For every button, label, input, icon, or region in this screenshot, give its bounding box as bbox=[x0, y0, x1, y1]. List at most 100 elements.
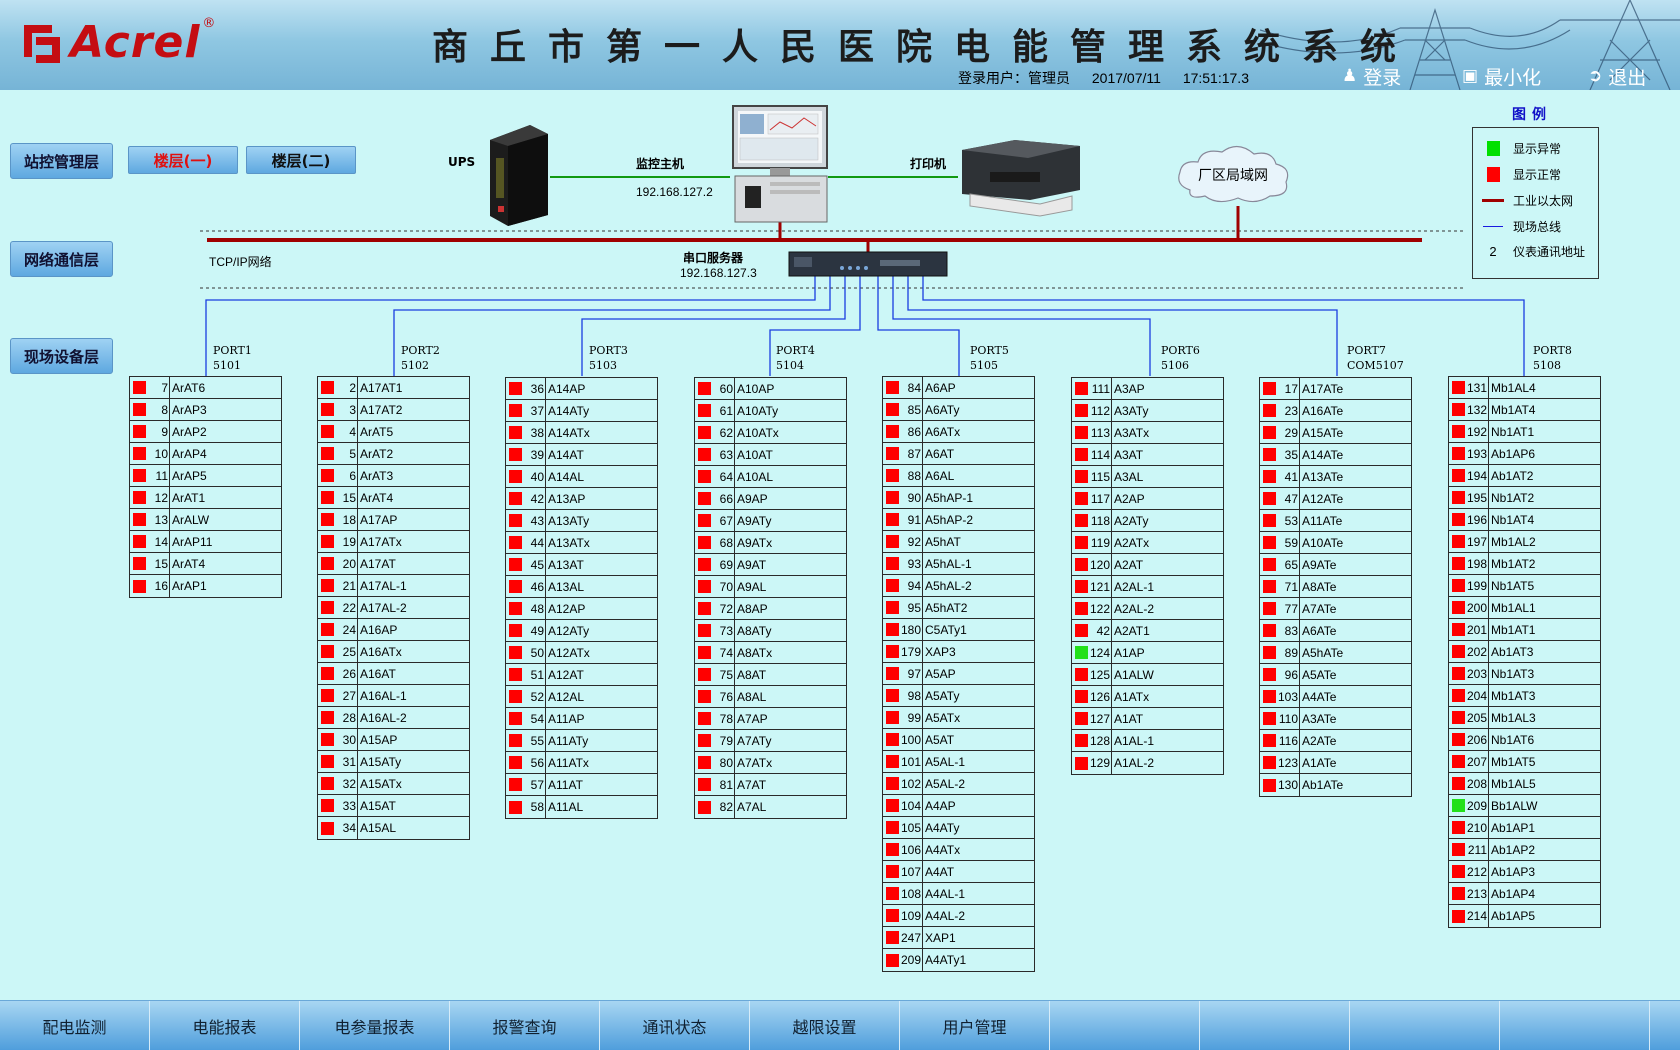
device-row[interactable]: 100 A5AT bbox=[883, 728, 1034, 751]
device-row[interactable]: 64 A10AL bbox=[695, 465, 846, 488]
device-row[interactable]: 79 A7ATy bbox=[695, 729, 846, 752]
device-row[interactable]: 46 A13AL bbox=[506, 575, 657, 598]
device-row[interactable]: 23 A16ATe bbox=[1260, 399, 1411, 422]
device-row[interactable]: 63 A10AT bbox=[695, 443, 846, 466]
device-row[interactable]: 113 A3ATx bbox=[1072, 421, 1223, 444]
nav-limit-settings[interactable]: 越限设置 bbox=[750, 1001, 900, 1050]
device-row[interactable]: 99 A5ATx bbox=[883, 706, 1034, 729]
device-row[interactable]: 95 A5hAT2 bbox=[883, 596, 1034, 619]
device-row[interactable]: 121 A2AL-1 bbox=[1072, 575, 1223, 598]
device-row[interactable]: 214 Ab1AP5 bbox=[1449, 905, 1600, 927]
device-row[interactable]: 51 A12AT bbox=[506, 663, 657, 686]
device-row[interactable]: 194 Ab1AT2 bbox=[1449, 464, 1600, 487]
device-row[interactable]: 208 Mb1AL5 bbox=[1449, 772, 1600, 795]
device-row[interactable]: 211 Ab1AP2 bbox=[1449, 838, 1600, 861]
device-row[interactable]: 49 A12ATy bbox=[506, 619, 657, 642]
nav-alarm-query[interactable]: 报警查询 bbox=[450, 1001, 600, 1050]
device-row[interactable]: 59 A10ATe bbox=[1260, 531, 1411, 554]
device-row[interactable]: 81 A7AT bbox=[695, 773, 846, 796]
device-row[interactable]: 7 ArAT6 bbox=[130, 376, 281, 399]
device-row[interactable]: 9 ArAP2 bbox=[130, 420, 281, 443]
device-row[interactable]: 119 A2ATx bbox=[1072, 531, 1223, 554]
device-row[interactable]: 57 A11AT bbox=[506, 773, 657, 796]
device-row[interactable]: 83 A6ATe bbox=[1260, 619, 1411, 642]
device-row[interactable]: 112 A3ATy bbox=[1072, 399, 1223, 422]
device-row[interactable]: 50 A12ATx bbox=[506, 641, 657, 664]
device-row[interactable]: 24 A16AP bbox=[318, 618, 469, 641]
device-row[interactable]: 102 A5AL-2 bbox=[883, 772, 1034, 795]
device-row[interactable]: 201 Mb1AT1 bbox=[1449, 618, 1600, 641]
device-row[interactable]: 110 A3ATe bbox=[1260, 707, 1411, 730]
device-row[interactable]: 30 A15AP bbox=[318, 728, 469, 751]
nav-user-management[interactable]: 用户管理 bbox=[900, 1001, 1050, 1050]
device-row[interactable]: 88 A6AL bbox=[883, 464, 1034, 487]
device-row[interactable]: 62 A10ATx bbox=[695, 421, 846, 444]
device-row[interactable]: 29 A15ATe bbox=[1260, 421, 1411, 444]
device-row[interactable]: 66 A9AP bbox=[695, 487, 846, 510]
device-row[interactable]: 25 A16ATx bbox=[318, 640, 469, 663]
device-row[interactable]: 206 Nb1AT6 bbox=[1449, 728, 1600, 751]
device-row[interactable]: 8 ArAP3 bbox=[130, 398, 281, 421]
device-row[interactable]: 40 A14AL bbox=[506, 465, 657, 488]
device-row[interactable]: 118 A2ATy bbox=[1072, 509, 1223, 532]
device-row[interactable]: 109 A4AL-2 bbox=[883, 904, 1034, 927]
device-row[interactable]: 90 A5hAP-1 bbox=[883, 486, 1034, 509]
device-row[interactable]: 6 ArAT3 bbox=[318, 464, 469, 487]
device-row[interactable]: 212 Ab1AP3 bbox=[1449, 860, 1600, 883]
device-row[interactable]: 122 A2AL-2 bbox=[1072, 597, 1223, 620]
device-row[interactable]: 21 A17AL-1 bbox=[318, 574, 469, 597]
device-row[interactable]: 209 A4ATy1 bbox=[883, 949, 1034, 971]
device-row[interactable]: 42 A13AP bbox=[506, 487, 657, 510]
nav-comm-status[interactable]: 通讯状态 bbox=[600, 1001, 750, 1050]
device-row[interactable]: 107 A4AT bbox=[883, 860, 1034, 883]
device-row[interactable]: 5 ArAT2 bbox=[318, 442, 469, 465]
device-row[interactable]: 72 A8AP bbox=[695, 597, 846, 620]
device-row[interactable]: 96 A5ATe bbox=[1260, 663, 1411, 686]
nav-empty-slot[interactable] bbox=[1500, 1001, 1650, 1050]
device-row[interactable]: 209 Bb1ALW bbox=[1449, 794, 1600, 817]
device-row[interactable]: 103 A4ATe bbox=[1260, 685, 1411, 708]
device-row[interactable]: 54 A11AP bbox=[506, 707, 657, 730]
device-row[interactable]: 45 A13AT bbox=[506, 553, 657, 576]
device-row[interactable]: 179 XAP3 bbox=[883, 640, 1034, 663]
device-row[interactable]: 120 A2AT bbox=[1072, 553, 1223, 576]
device-row[interactable]: 180 C5ATy1 bbox=[883, 618, 1034, 641]
device-row[interactable]: 129 A1AL-2 bbox=[1072, 752, 1223, 774]
device-row[interactable]: 10 ArAP4 bbox=[130, 442, 281, 465]
nav-parameter-report[interactable]: 电参量报表 bbox=[300, 1001, 450, 1050]
device-row[interactable]: 92 A5hAT bbox=[883, 530, 1034, 553]
device-row[interactable]: 28 A16AL-2 bbox=[318, 706, 469, 729]
device-row[interactable]: 198 Mb1AT2 bbox=[1449, 552, 1600, 575]
device-row[interactable]: 114 A3AT bbox=[1072, 443, 1223, 466]
device-row[interactable]: 26 A16AT bbox=[318, 662, 469, 685]
floor-2-button[interactable]: 楼层(二) bbox=[246, 146, 356, 174]
device-row[interactable]: 22 A17AL-2 bbox=[318, 596, 469, 619]
device-row[interactable]: 17 A17ATe bbox=[1260, 377, 1411, 400]
device-row[interactable]: 94 A5hAL-2 bbox=[883, 574, 1034, 597]
device-row[interactable]: 20 A17AT bbox=[318, 552, 469, 575]
device-row[interactable]: 97 A5AP bbox=[883, 662, 1034, 685]
device-row[interactable]: 130 Ab1ATe bbox=[1260, 774, 1411, 796]
device-row[interactable]: 127 A1AT bbox=[1072, 707, 1223, 730]
device-row[interactable]: 200 Mb1AL1 bbox=[1449, 596, 1600, 619]
device-row[interactable]: 2 A17AT1 bbox=[318, 376, 469, 399]
device-row[interactable]: 197 Mb1AL2 bbox=[1449, 530, 1600, 553]
device-row[interactable]: 210 Ab1AP1 bbox=[1449, 816, 1600, 839]
device-row[interactable]: 205 Mb1AL3 bbox=[1449, 706, 1600, 729]
device-row[interactable]: 115 A3AL bbox=[1072, 465, 1223, 488]
nav-empty-slot[interactable] bbox=[1050, 1001, 1200, 1050]
device-row[interactable]: 75 A8AT bbox=[695, 663, 846, 686]
device-row[interactable]: 104 A4AP bbox=[883, 794, 1034, 817]
device-row[interactable]: 98 A5ATy bbox=[883, 684, 1034, 707]
device-row[interactable]: 85 A6ATy bbox=[883, 398, 1034, 421]
device-row[interactable]: 15 ArAT4 bbox=[318, 486, 469, 509]
device-row[interactable]: 58 A11AL bbox=[506, 796, 657, 818]
device-row[interactable]: 73 A8ATy bbox=[695, 619, 846, 642]
device-row[interactable]: 203 Nb1AT3 bbox=[1449, 662, 1600, 685]
device-row[interactable]: 43 A13ATy bbox=[506, 509, 657, 532]
device-row[interactable]: 78 A7AP bbox=[695, 707, 846, 730]
device-row[interactable]: 80 A7ATx bbox=[695, 751, 846, 774]
device-row[interactable]: 44 A13ATx bbox=[506, 531, 657, 554]
device-row[interactable]: 193 Ab1AP6 bbox=[1449, 442, 1600, 465]
device-row[interactable]: 82 A7AL bbox=[695, 796, 846, 818]
